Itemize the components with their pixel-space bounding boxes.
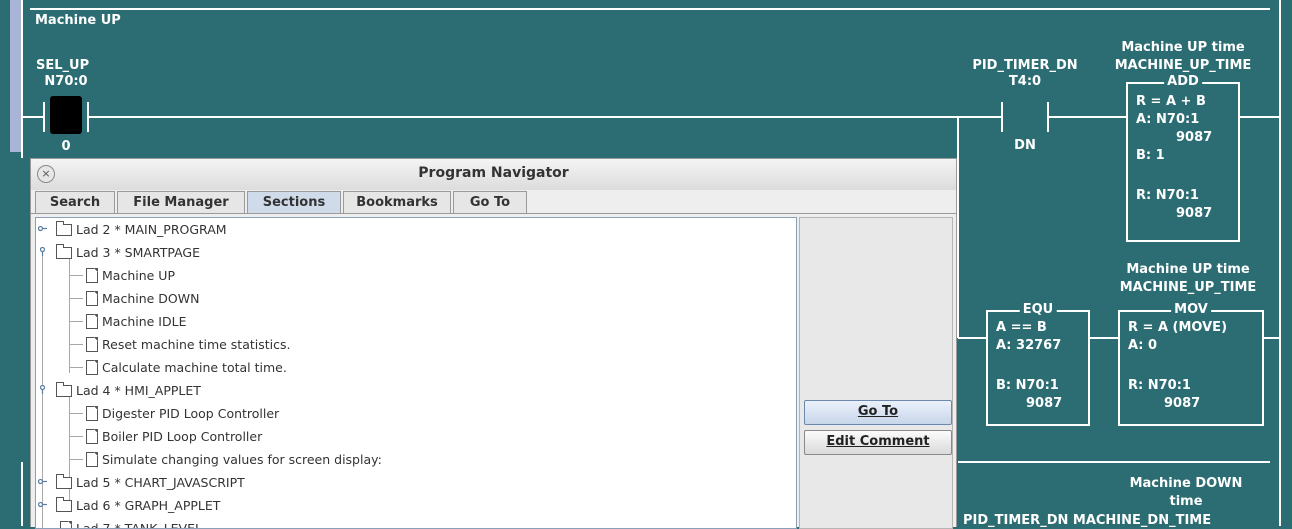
folder-icon	[56, 221, 72, 236]
document-icon	[86, 360, 98, 375]
folder-icon	[56, 497, 72, 512]
equ-instruction-block[interactable]: EQU A == B A: 32767 B: N70:1 9087	[986, 302, 1090, 426]
tab-goto[interactable]: Go To	[453, 191, 527, 213]
mov-source: A: 0	[1128, 338, 1158, 353]
goto-button-label: Go To	[857, 404, 899, 419]
document-icon	[86, 314, 98, 329]
document-icon	[60, 521, 72, 528]
mov-formula: R = A (MOVE)	[1128, 320, 1228, 335]
tree-label: Machine IDLE	[102, 314, 187, 329]
folder-icon	[56, 244, 72, 259]
rung-title: Machine UP	[35, 13, 121, 28]
add-dest: R: N70:1	[1136, 188, 1199, 203]
add-formula: R = A + B	[1136, 94, 1206, 109]
down-description-line2: time	[1169, 494, 1203, 509]
equ-source-b-value: 9087	[1026, 396, 1063, 411]
add-instruction-block[interactable]: ADD R = A + B A: N70:1 9087 B: 1 R: N70:…	[1126, 74, 1240, 242]
mov-block-title: MOV	[1171, 302, 1211, 318]
tree-label: Machine DOWN	[102, 291, 200, 306]
down-rung-tags: PID_TIMER_DN MACHINE_DN_TIME	[963, 513, 1212, 528]
collapse-toggle-icon[interactable]	[38, 477, 47, 486]
collapse-toggle-icon[interactable]	[38, 500, 47, 509]
add-source-a-value: 9087	[1176, 130, 1213, 145]
pid-timer-contact[interactable]	[1002, 100, 1048, 134]
edit-comment-button[interactable]: Edit Comment	[804, 430, 952, 455]
sel-up-value: 0	[61, 139, 71, 154]
document-icon	[86, 406, 98, 421]
add-dest-value: 9087	[1176, 206, 1213, 221]
equ-block-title: EQU	[1019, 302, 1057, 318]
tree-label: Lad 7 * TANK_LEVEL	[76, 521, 202, 529]
tab-bookmarks[interactable]: Bookmarks	[343, 191, 451, 213]
add-tag: MACHINE_UP_TIME	[1114, 58, 1252, 73]
document-icon	[86, 452, 98, 467]
navigator-action-panel: Go To Edit Comment	[799, 217, 953, 529]
document-icon	[86, 337, 98, 352]
left-rail-selected	[10, 0, 22, 152]
tree-label: Lad 4 * HMI_APPLET	[76, 383, 201, 398]
navigator-title: Program Navigator	[418, 165, 569, 181]
add-source-a: A: N70:1	[1136, 112, 1200, 127]
down-description-line1: Machine DOWN	[1129, 476, 1243, 491]
tree-label: Machine UP	[102, 268, 175, 283]
equ-formula: A == B	[996, 320, 1047, 335]
add-source-b: B: 1	[1136, 148, 1165, 163]
sections-tree[interactable]: Lad 2 * MAIN_PROGRAM Lad 3 * SMARTPAGE M…	[35, 217, 797, 529]
tree-label: Calculate machine total time.	[102, 360, 287, 375]
tab-search[interactable]: Search	[35, 191, 115, 213]
sel-up-contact[interactable]	[44, 96, 88, 136]
folder-icon	[56, 474, 72, 489]
goto-button[interactable]: Go To	[804, 400, 952, 425]
tree-label: Lad 2 * MAIN_PROGRAM	[76, 222, 227, 237]
add-block-title: ADD	[1164, 74, 1202, 90]
equ-source-a: A: 32767	[996, 338, 1062, 353]
tree-label: Boiler PID Loop Controller	[102, 429, 263, 444]
mov-dest: R: N70:1	[1128, 378, 1191, 393]
sel-up-name: SEL_UP	[36, 58, 90, 73]
tree-label: Lad 6 * GRAPH_APPLET	[76, 498, 221, 513]
tree-label: Simulate changing values for screen disp…	[102, 452, 382, 467]
pid-timer-bit: DN	[1014, 138, 1036, 153]
mov-description: Machine UP time	[1126, 262, 1250, 277]
sel-up-address: N70:0	[44, 74, 88, 89]
program-navigator-window[interactable]: × Program Navigator Search File Manager …	[30, 158, 957, 529]
pid-timer-name: PID_TIMER_DN	[972, 58, 1078, 73]
tree-label: Digester PID Loop Controller	[102, 406, 280, 421]
tab-sections[interactable]: Sections	[247, 191, 341, 213]
document-icon	[86, 268, 98, 283]
mov-dest-value: 9087	[1164, 396, 1201, 411]
document-icon	[86, 429, 98, 444]
mov-instruction-block[interactable]: MOV R = A (MOVE) A: 0 R: N70:1 9087	[1118, 302, 1264, 426]
edit-comment-button-label: Edit Comment	[826, 434, 930, 449]
tree-label: Lad 3 * SMARTPAGE	[76, 245, 201, 260]
pid-timer-address: T4:0	[1008, 74, 1042, 89]
tree-label: Reset machine time statistics.	[102, 337, 291, 352]
mov-tag: MACHINE_UP_TIME	[1119, 280, 1257, 295]
add-description: Machine UP time	[1121, 40, 1245, 55]
folder-icon	[56, 382, 72, 397]
document-icon	[86, 291, 98, 306]
collapse-toggle-icon[interactable]	[38, 224, 47, 233]
navigator-titlebar[interactable]: × Program Navigator	[31, 159, 956, 190]
tabs-divider	[31, 213, 956, 214]
expand-toggle-icon[interactable]	[38, 385, 47, 394]
expand-toggle-icon[interactable]	[38, 247, 47, 256]
tree-label: Lad 5 * CHART_JAVASCRIPT	[76, 475, 245, 490]
equ-source-b: B: N70:1	[996, 378, 1059, 393]
tab-file-manager[interactable]: File Manager	[117, 191, 245, 213]
